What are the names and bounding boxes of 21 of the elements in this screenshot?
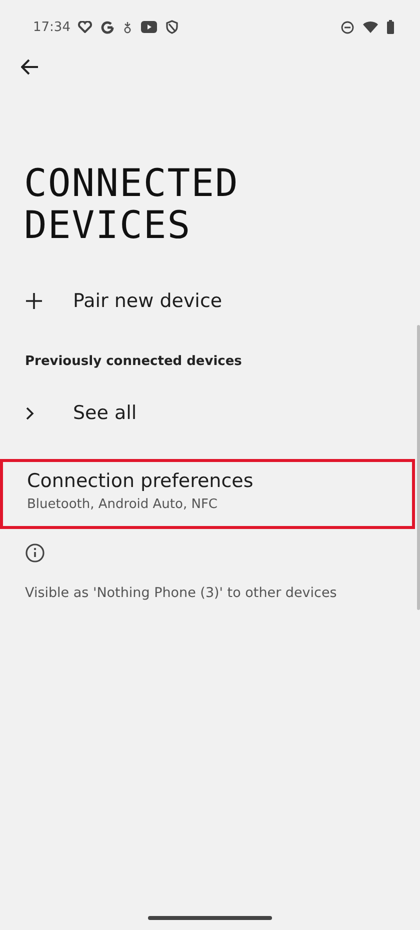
back-arrow-icon[interactable] (21, 59, 39, 75)
dnd-icon (341, 20, 354, 34)
preference-summary: Bluetooth, Android Auto, NFC (27, 497, 218, 512)
status-time: 17:34 (33, 20, 70, 34)
heart-icon (78, 21, 92, 33)
battery-icon (387, 20, 394, 34)
pair-device-link[interactable]: Pair new device (73, 290, 222, 312)
plus-icon (26, 293, 42, 309)
shield-icon (166, 20, 178, 34)
footer-text: Visible as 'Nothing Phone (3)' to other devices (25, 585, 337, 601)
preference-title: Connection preferences (27, 470, 254, 492)
see-all-link[interactable]: See all (73, 402, 137, 424)
preference-item[interactable]: Connection preferences Bluetooth, Android Auto, NFC (0, 459, 415, 529)
chevron-icon (26, 406, 34, 420)
section-header: Previously connected devices (25, 354, 242, 368)
wifi-icon (363, 21, 378, 33)
info-icon (25, 543, 45, 563)
page-title: CONNECTED (24, 162, 239, 204)
page-title: DEVICES (24, 204, 192, 246)
play-icon (141, 21, 158, 33)
google-icon (101, 20, 114, 34)
